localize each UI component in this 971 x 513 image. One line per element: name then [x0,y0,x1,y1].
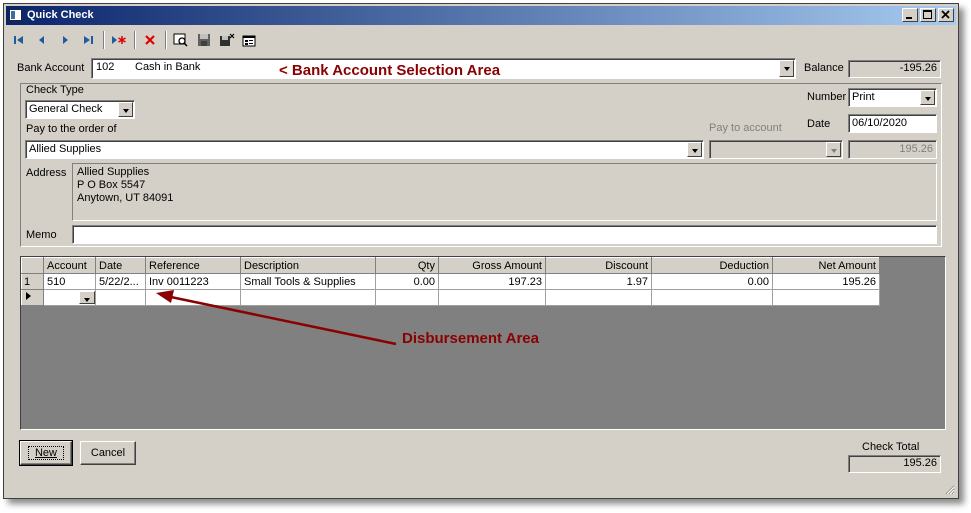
chevron-down-icon[interactable] [79,291,95,304]
cell-account[interactable]: 510 [43,273,96,290]
cancel-button[interactable]: Cancel [80,441,136,465]
first-record-icon[interactable] [8,29,30,51]
pay-to-account-label: Pay to account [709,122,782,134]
check-amount-field: 195.26 [848,140,937,159]
new-button[interactable]: New [19,440,73,466]
minimize-button[interactable] [902,8,918,22]
previous-record-icon[interactable] [31,29,53,51]
column-header-description[interactable]: Description [240,257,376,274]
column-header-date[interactable]: Date [95,257,146,274]
last-record-icon[interactable] [77,29,99,51]
close-button[interactable] [938,8,954,22]
check-number-select[interactable]: Print [848,88,937,107]
address-line: Anytown, UT 84091 [77,192,174,204]
cell-deduction[interactable]: 0.00 [651,273,773,290]
cell-gross-amount[interactable]: 197.23 [438,273,546,290]
app-icon [9,9,22,21]
disbursement-annotation: Disbursement Area [402,330,539,347]
address-label: Address [26,167,67,179]
minimize-icon [906,17,912,19]
cell-net-amount[interactable]: 195.26 [772,273,880,290]
check-number-value: Print [852,91,875,103]
address-box: Allied Supplies P O Box 5547 Anytown, UT… [72,163,937,221]
maximize-icon [923,10,932,19]
annotation-arrow [156,290,397,346]
memo-input[interactable] [72,225,937,244]
new-record-icon[interactable] [108,29,130,51]
find-icon[interactable] [170,29,192,51]
column-header-account[interactable]: Account [43,257,96,274]
close-icon [941,10,950,19]
new-cell-account[interactable] [43,289,96,306]
check-total-field: 195.26 [848,455,941,473]
bank-area-annotation: < Bank Account Selection Area [279,62,501,79]
chevron-down-icon[interactable] [118,102,133,117]
next-record-icon[interactable] [54,29,76,51]
grid-corner [21,257,44,274]
column-header-discount[interactable]: Discount [545,257,652,274]
chevron-down-icon [826,142,841,157]
date-value: 06/10/2020 [852,117,908,129]
cell-date[interactable]: 5/22/2... [95,273,146,290]
current-row-indicator [21,289,44,306]
toolbar [8,28,954,52]
quick-check-window: Quick Check Bank Account 102 Cash in Ban… [3,3,959,499]
memo-label: Memo [26,229,57,241]
column-header-gross-amount[interactable]: Gross Amount [438,257,546,274]
resize-grip-icon[interactable] [943,483,955,495]
chevron-down-icon[interactable] [779,60,794,77]
check-type-value: General Check [29,103,103,115]
date-input[interactable]: 06/10/2020 [848,114,937,133]
bank-account-name: Cash in Bank [135,61,201,73]
column-header-reference[interactable]: Reference [145,257,241,274]
grid-header-row: Account Date Reference Description Qty G… [21,257,880,274]
column-header-qty[interactable]: Qty [375,257,439,274]
pay-to-label: Pay to the order of [26,123,117,135]
cell-discount[interactable]: 1.97 [545,273,652,290]
save-icon[interactable] [193,29,215,51]
bank-account-number: 102 [96,61,115,73]
balance-field: -195.26 [848,60,941,78]
check-type-select[interactable]: General Check [25,100,135,119]
address-line: P O Box 5547 [77,179,146,191]
address-line: Allied Supplies [77,166,150,178]
chevron-down-icon[interactable] [687,142,702,157]
check-total-label: Check Total [862,441,920,453]
balance-value: -195.26 [899,62,937,74]
check-amount-value: 195.26 [899,143,933,155]
chevron-down-icon[interactable] [920,90,935,105]
row-pointer-icon [26,292,31,300]
maximize-button[interactable] [920,8,936,22]
delete-icon[interactable] [139,29,161,51]
row-number[interactable]: 1 [21,273,44,290]
properties-icon[interactable] [239,29,261,51]
check-total-value: 195.26 [903,457,937,469]
number-label: Number [807,91,847,103]
date-label: Date [807,118,831,130]
column-header-deduction[interactable]: Deduction [651,257,773,274]
check-type-label: Check Type [26,84,84,96]
column-header-net-amount[interactable]: Net Amount [772,257,880,274]
bank-account-label: Bank Account [17,62,85,74]
window-title: Quick Check [27,9,94,21]
save-close-icon[interactable] [216,29,238,51]
pay-to-value: Allied Supplies [29,143,102,155]
balance-label: Balance [804,62,844,74]
title-bar[interactable]: Quick Check [6,6,956,25]
pay-to-select[interactable]: Allied Supplies [25,140,704,159]
pay-to-account-select [709,140,843,159]
